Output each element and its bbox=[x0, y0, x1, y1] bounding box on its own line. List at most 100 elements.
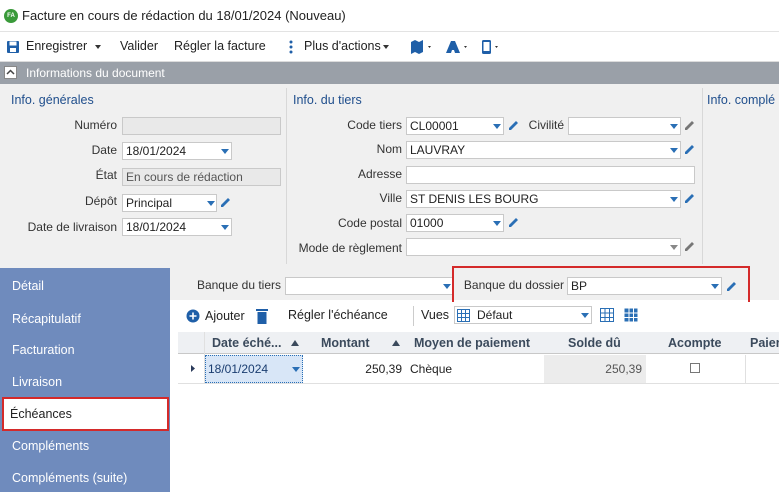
dropdown-icon[interactable] bbox=[670, 124, 678, 129]
ville-label: Ville bbox=[379, 191, 402, 205]
bank-dossier-label: Banque du dossier bbox=[463, 278, 564, 292]
general-info-title: Info. générales bbox=[11, 93, 94, 107]
tiers-info-title: Info. du tiers bbox=[293, 93, 362, 107]
numero-field bbox=[122, 117, 281, 135]
col-acompte[interactable]: Acompte bbox=[668, 336, 721, 350]
collapse-toggle[interactable] bbox=[4, 66, 17, 79]
numero-label: Numéro bbox=[74, 118, 117, 132]
divider bbox=[413, 306, 414, 326]
postal-code-field[interactable]: 01000 bbox=[406, 214, 504, 232]
date-label: Date bbox=[91, 143, 117, 157]
add-button[interactable]: Ajouter bbox=[205, 309, 245, 323]
edit-pencil-icon[interactable] bbox=[507, 216, 520, 229]
payment-mode-select[interactable] bbox=[406, 238, 681, 256]
nom-label: Nom bbox=[376, 142, 402, 156]
trash-icon[interactable] bbox=[255, 307, 269, 325]
dropdown-icon[interactable] bbox=[221, 225, 229, 230]
etat-label: État bbox=[95, 168, 117, 182]
edit-pencil-icon[interactable] bbox=[683, 143, 696, 156]
app-icon: FA bbox=[4, 9, 18, 23]
divider bbox=[702, 88, 703, 264]
sidebar-item-summary[interactable]: Récapitulatif bbox=[12, 312, 81, 326]
dropdown-icon[interactable] bbox=[221, 149, 229, 154]
views-label: Vues bbox=[421, 308, 450, 322]
acompte-checkbox[interactable] bbox=[690, 363, 700, 373]
add-icon[interactable] bbox=[186, 309, 200, 323]
row-solde: 250,39 bbox=[605, 362, 642, 376]
divider bbox=[745, 355, 746, 383]
map-icon[interactable] bbox=[410, 39, 434, 55]
delivery-date-label: Date de livraison bbox=[27, 220, 117, 234]
nom-field[interactable]: LAUVRAY bbox=[406, 141, 681, 159]
adresse-field[interactable] bbox=[406, 166, 695, 184]
validate-button[interactable]: Valider bbox=[120, 39, 158, 53]
date-field[interactable]: 18/01/2024 bbox=[122, 142, 232, 160]
depot-label: Dépôt bbox=[84, 194, 117, 208]
views-select[interactable]: Défaut bbox=[454, 306, 592, 324]
dropdown-icon[interactable] bbox=[670, 245, 678, 250]
row-date: 18/01/2024 bbox=[208, 362, 269, 376]
pay-invoice-button[interactable]: Régler la facture bbox=[174, 39, 266, 53]
edit-pencil-icon[interactable] bbox=[683, 240, 696, 253]
code-tiers-label: Code tiers bbox=[347, 118, 402, 132]
row-montant[interactable]: 250,39 bbox=[305, 362, 402, 376]
dropdown-icon[interactable] bbox=[670, 148, 678, 153]
bank-dossier-select[interactable]: BP bbox=[567, 277, 722, 295]
divider bbox=[286, 88, 287, 264]
grid-layout-icon[interactable] bbox=[624, 308, 638, 322]
route-icon[interactable] bbox=[444, 39, 470, 55]
sidebar-item-delivery[interactable]: Livraison bbox=[12, 375, 62, 389]
postal-code-label: Code postal bbox=[337, 216, 402, 230]
grid-view-icon bbox=[457, 309, 470, 322]
edit-pencil-icon[interactable] bbox=[683, 192, 696, 205]
delivery-date-field[interactable]: 18/01/2024 bbox=[122, 218, 232, 236]
edit-pencil-icon[interactable] bbox=[725, 280, 738, 293]
col-moyen-paiement[interactable]: Moyen de paiement bbox=[414, 336, 530, 350]
dropdown-icon[interactable] bbox=[292, 367, 300, 372]
ville-field[interactable]: ST DENIS LES BOURG bbox=[406, 190, 681, 208]
civilite-label: Civilité bbox=[528, 118, 564, 132]
complementary-info-title: Info. complé bbox=[707, 93, 776, 107]
save-icon[interactable] bbox=[6, 40, 20, 54]
dropdown-icon[interactable] bbox=[670, 197, 678, 202]
col-solde-du[interactable]: Solde dû bbox=[568, 336, 621, 350]
grid-settings-icon[interactable] bbox=[600, 308, 614, 322]
chevron-down-icon bbox=[382, 44, 389, 49]
save-button[interactable]: Enregistrer bbox=[26, 39, 102, 53]
chevron-up-icon bbox=[6, 69, 15, 75]
col-date[interactable]: Date éché... bbox=[212, 336, 281, 350]
sort-asc-icon[interactable] bbox=[391, 338, 401, 348]
sidebar-item-complements[interactable]: Compléments bbox=[12, 439, 89, 453]
edit-pencil-icon[interactable] bbox=[683, 119, 696, 132]
more-actions-button[interactable]: Plus d'actions bbox=[304, 39, 389, 53]
code-tiers-field[interactable]: CL00001 bbox=[406, 117, 504, 135]
payment-mode-label: Mode de règlement bbox=[298, 241, 402, 255]
dropdown-icon[interactable] bbox=[207, 201, 215, 206]
depot-select[interactable]: Principal bbox=[122, 194, 217, 212]
more-dots-icon bbox=[289, 40, 293, 54]
row-moyen[interactable]: Chèque bbox=[410, 362, 452, 376]
edit-pencil-icon[interactable] bbox=[507, 119, 520, 132]
bank-tiers-label: Banque du tiers bbox=[196, 278, 281, 292]
dropdown-icon[interactable] bbox=[581, 313, 589, 318]
save-dropdown-icon[interactable] bbox=[95, 44, 102, 49]
mobile-icon[interactable] bbox=[480, 39, 502, 55]
sidebar-item-billing[interactable]: Facturation bbox=[12, 343, 75, 357]
dropdown-icon[interactable] bbox=[493, 221, 501, 226]
sidebar-item-complements-suite[interactable]: Compléments (suite) bbox=[12, 471, 127, 485]
main-toolbar bbox=[0, 32, 779, 62]
document-info-title: Informations du document bbox=[26, 66, 165, 80]
edit-pencil-icon[interactable] bbox=[219, 196, 232, 209]
col-paiement[interactable]: Paier bbox=[750, 336, 779, 350]
pay-schedule-button[interactable]: Régler l'échéance bbox=[288, 308, 388, 322]
row-indicator-icon bbox=[191, 365, 195, 372]
dropdown-icon[interactable] bbox=[443, 284, 451, 289]
sidebar-item-detail[interactable]: Détail bbox=[12, 279, 44, 293]
dropdown-icon[interactable] bbox=[493, 124, 501, 129]
dropdown-icon[interactable] bbox=[711, 284, 719, 289]
col-montant[interactable]: Montant bbox=[321, 336, 370, 350]
civilite-select[interactable] bbox=[568, 117, 681, 135]
bank-tiers-select[interactable] bbox=[285, 277, 453, 295]
adresse-label: Adresse bbox=[357, 167, 402, 181]
sort-asc-icon[interactable] bbox=[290, 338, 300, 348]
